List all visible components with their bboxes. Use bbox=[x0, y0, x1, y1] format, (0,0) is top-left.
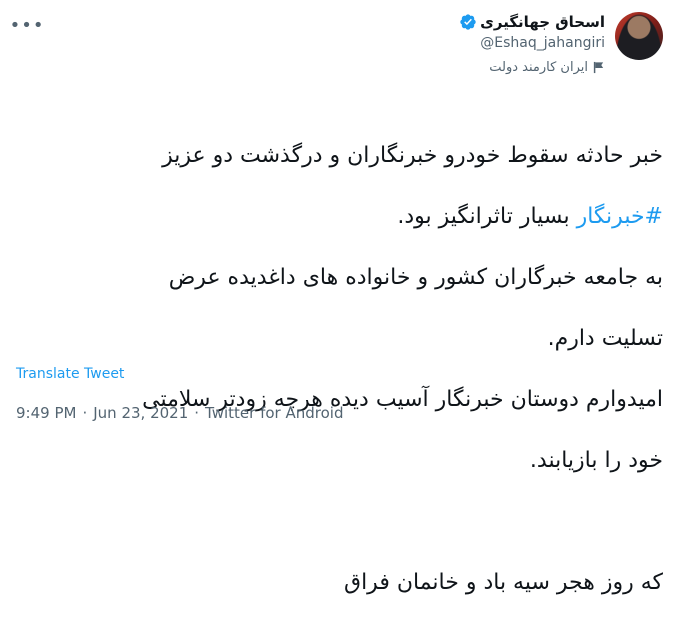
tweet-line-text: بسیار تاثرانگیز بود. bbox=[397, 203, 577, 229]
tweet-source[interactable]: Twitter for Android bbox=[205, 404, 343, 422]
meta-separator: · bbox=[82, 404, 88, 422]
more-icon: ••• bbox=[9, 14, 45, 36]
author-handle[interactable]: @Eshaq_jahangiri bbox=[459, 35, 605, 51]
flag-icon bbox=[593, 61, 604, 74]
tweet-header: اسحاق جهانگیری @Eshaq_jahangiri ایران کا… bbox=[459, 12, 663, 75]
tweet-line: به جامعه خبرگاران کشور و خانواده های داغ… bbox=[168, 264, 663, 290]
tweet-meta: 9:49 PM · Jun 23, 2021 · Twitter for And… bbox=[16, 404, 343, 422]
tweet-line: #خبرنگار بسیار تاثرانگیز بود. bbox=[14, 202, 663, 233]
more-options-button[interactable]: ••• bbox=[10, 12, 44, 38]
meta-separator: · bbox=[194, 404, 200, 422]
tweet-line: خود را بازیابند. bbox=[529, 447, 663, 473]
author-info: اسحاق جهانگیری @Eshaq_jahangiri ایران کا… bbox=[459, 12, 605, 75]
name-row: اسحاق جهانگیری bbox=[459, 12, 605, 32]
verified-badge-icon bbox=[460, 14, 476, 30]
avatar[interactable] bbox=[615, 12, 663, 60]
author-label: ایران کارمند دولت bbox=[459, 60, 605, 75]
tweet-line: که روز هجر سیه باد و خانمان فراق bbox=[344, 569, 663, 595]
hashtag-link[interactable]: #خبرنگار bbox=[577, 204, 663, 229]
tweet-line: تسلیت دارم. bbox=[547, 325, 663, 351]
translate-tweet-link[interactable]: Translate Tweet bbox=[16, 366, 124, 382]
author-label-text: ایران کارمند دولت bbox=[489, 60, 588, 75]
author-name[interactable]: اسحاق جهانگیری bbox=[480, 13, 605, 31]
tweet-date[interactable]: Jun 23, 2021 bbox=[93, 404, 188, 422]
tweet-line: خبر حادثه سقوط خودرو خبرنگاران و درگذشت … bbox=[162, 142, 663, 168]
tweet-time[interactable]: 9:49 PM bbox=[16, 404, 76, 422]
